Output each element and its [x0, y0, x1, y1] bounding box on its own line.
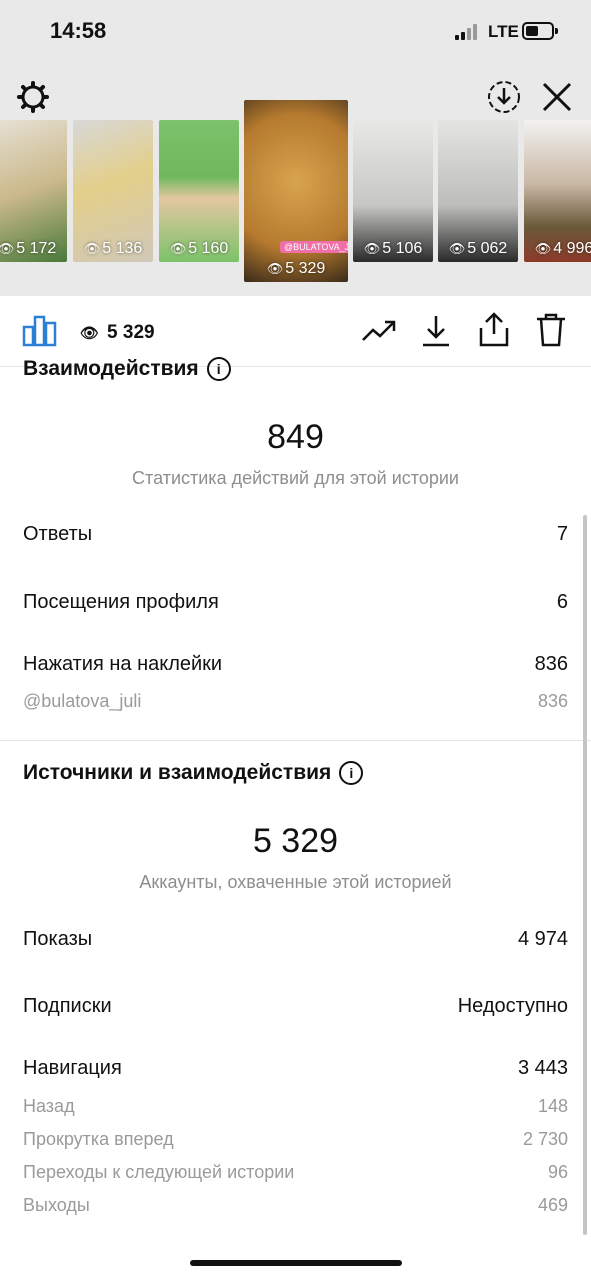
info-icon[interactable]: i: [206, 357, 231, 382]
network-label: LTE: [488, 22, 519, 41]
stat-value: Недоступно: [457, 995, 568, 1017]
stat-label: Назад: [23, 1096, 75, 1116]
toolbar-views: 5 329: [107, 322, 155, 343]
story-thumbnails: 👁5 172 👁5 136 👁5 160 @BULATOVA_JULI 👁5 3…: [0, 100, 591, 290]
story-thumb-2[interactable]: 👁 5 136: [73, 120, 153, 262]
stat-value: 3 443: [517, 1057, 568, 1079]
stat-label: Прокрутка вперед: [23, 1129, 174, 1149]
story-thumb-selected[interactable]: @BULATOVA_JULI 👁5 329: [244, 100, 348, 282]
stat-value: 836: [537, 691, 568, 711]
stat-sub-row: Переходы к следующей истории 96: [23, 1162, 568, 1183]
stat-value: 4 974: [517, 928, 568, 950]
selected-indicator: [286, 282, 306, 294]
stat-label: Подписки: [23, 995, 112, 1017]
bar-chart-icon[interactable]: [22, 313, 58, 352]
stat-label: Переходы к следующей истории: [23, 1162, 295, 1182]
story-views: 5 136: [102, 240, 143, 257]
battery-icon: [522, 22, 558, 40]
stat-sub-row: @bulatova_juli 836: [23, 691, 568, 712]
story-views: 5 329: [285, 260, 326, 277]
story-mention-tag: @BULATOVA_JULI: [280, 241, 348, 253]
stat-label: Выходы: [23, 1195, 90, 1215]
stat-label: Посещения профиля: [23, 591, 219, 613]
signal-icon: [455, 24, 481, 40]
stat-sub-row: Назад 148: [23, 1096, 568, 1117]
trash-icon[interactable]: [535, 312, 567, 353]
home-indicator[interactable]: [190, 1260, 402, 1266]
stat-value: 469: [537, 1195, 568, 1215]
stat-label: Ответы: [23, 523, 93, 545]
stat-sub-row: Прокрутка вперед 2 730: [23, 1129, 568, 1150]
share-icon[interactable]: [478, 312, 510, 353]
story-thumb-5[interactable]: 👁 5 106: [353, 120, 433, 262]
story-thumb-3[interactable]: 👁 5 160: [159, 120, 239, 262]
stat-row: Навигация 3 443: [23, 1057, 568, 1080]
story-thumb-7[interactable]: 👁 4 996: [524, 120, 591, 262]
interactions-caption: Статистика действий для этой истории: [132, 468, 459, 488]
reach-caption: Аккаунты, охваченные этой историей: [139, 872, 452, 892]
interactions-total: 849: [267, 418, 324, 456]
reach-title: Источники и взаимодействия: [23, 761, 332, 784]
info-icon[interactable]: i: [339, 761, 364, 786]
story-views: 5 062: [467, 240, 508, 257]
stat-value: 148: [537, 1096, 568, 1116]
stat-value: 836: [534, 653, 568, 675]
stat-value: 7: [556, 523, 568, 545]
story-views: 5 172: [16, 240, 57, 257]
eye-icon: 👁: [80, 325, 100, 342]
story-views: 5 106: [382, 240, 423, 257]
stat-row: Нажатия на наклейки 836: [23, 653, 568, 676]
stat-value: 6: [556, 591, 568, 613]
stat-value: 2 730: [522, 1129, 568, 1149]
stat-row: Посещения профиля 6: [23, 591, 568, 614]
story-thumb-6[interactable]: 👁 5 062: [438, 120, 518, 262]
section-divider: [0, 740, 591, 741]
stat-row: Ответы 7: [23, 523, 568, 546]
stat-label: Нажатия на наклейки: [23, 653, 223, 675]
download-icon[interactable]: [421, 314, 451, 353]
trending-icon[interactable]: [361, 318, 397, 349]
stat-row: Показы 4 974: [23, 928, 568, 951]
status-time: 14:58: [50, 18, 107, 43]
stat-value: 96: [547, 1162, 568, 1182]
stat-label: Навигация: [23, 1057, 122, 1079]
story-views: 5 160: [188, 240, 229, 257]
reach-total: 5 329: [252, 822, 339, 860]
stat-label: @bulatova_juli: [23, 691, 142, 711]
story-views: 4 996: [553, 240, 591, 257]
story-thumb-1[interactable]: 👁 5 172: [0, 120, 67, 262]
interactions-title: Взаимодействия: [23, 357, 199, 380]
stat-sub-row: Выходы 469: [23, 1195, 568, 1216]
scrollbar[interactable]: [583, 515, 587, 1235]
stat-row: Подписки Недоступно: [23, 995, 568, 1018]
stat-label: Показы: [23, 928, 93, 950]
